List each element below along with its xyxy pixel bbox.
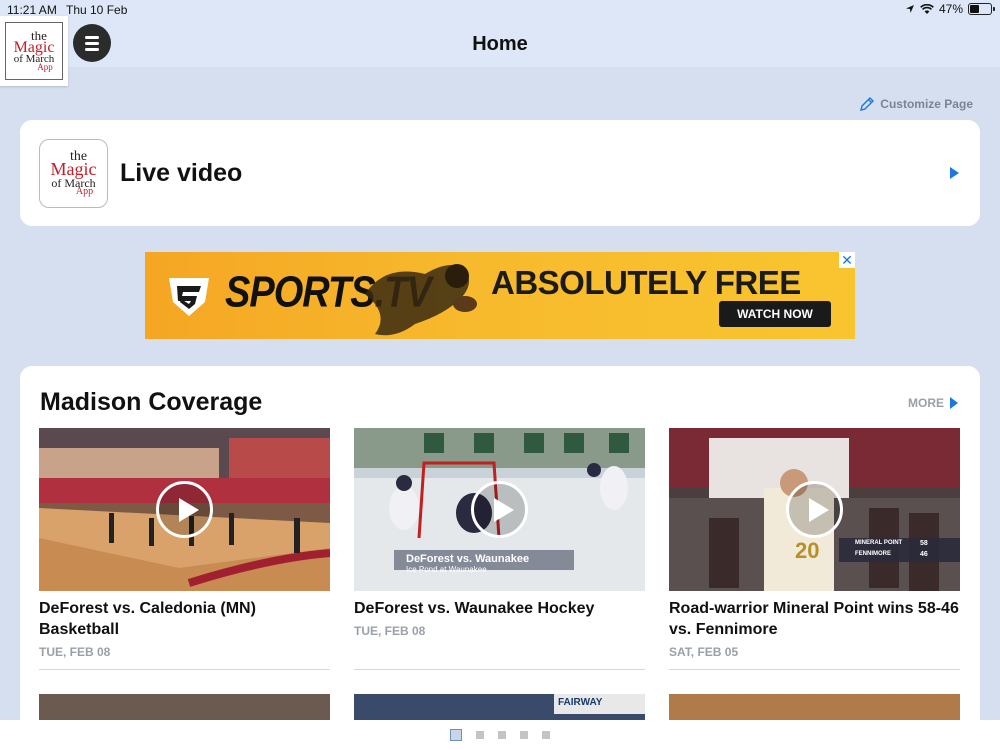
section-title: Madison Coverage	[40, 388, 263, 416]
close-ad-icon[interactable]: ✕	[839, 252, 855, 268]
chevron-right-icon	[950, 397, 958, 409]
divider	[669, 669, 960, 670]
video-date: TUE, FEB 08	[354, 624, 426, 638]
battery-icon	[968, 3, 995, 15]
madison-coverage-section: Madison Coverage MORE DeForest vs. Caled…	[20, 366, 980, 750]
score-1: 58	[920, 540, 928, 547]
score-2: 46	[920, 551, 928, 558]
more-label: MORE	[908, 396, 944, 410]
athlete-icon	[365, 264, 477, 336]
nav-bar: Home	[0, 20, 1000, 67]
page-dot[interactable]	[498, 731, 506, 739]
video-title[interactable]: DeForest vs. Caledonia (MN) Basketball	[39, 598, 330, 640]
watch-now-button[interactable]: WATCH NOW	[719, 301, 831, 327]
ad-headline: ABSOLUTELY FREE	[491, 264, 801, 301]
customize-page-button[interactable]: Customize Page	[859, 96, 973, 112]
video-thumbnail[interactable]: DeForest vs. Waunakee Ice Pond at Waunak…	[354, 428, 645, 591]
ad-banner[interactable]: SPORTS.TV ABSOLUTELY FREE WATCH NOW ✕	[145, 252, 855, 339]
play-icon[interactable]	[786, 481, 843, 538]
jersey-number: 20	[795, 538, 820, 563]
play-icon[interactable]	[156, 481, 213, 538]
video-overlay-subtitle: Ice Pond at Waunakee	[406, 565, 487, 574]
page-dot[interactable]	[520, 731, 528, 739]
page-dot[interactable]	[476, 731, 484, 739]
app-logo[interactable]: the Magic of March App	[0, 16, 68, 86]
play-icon[interactable]	[471, 481, 528, 538]
video-date: TUE, FEB 08	[39, 645, 111, 659]
customize-label: Customize Page	[880, 97, 973, 111]
page-dot[interactable]	[450, 729, 462, 741]
divider	[39, 669, 330, 670]
video-item[interactable]: MINERAL POINT 58 FENNIMORE 46 20 Road-wa…	[669, 428, 960, 659]
live-video-logo: the Magic of March App	[39, 139, 108, 208]
live-video-card[interactable]: the Magic of March App Live video	[20, 120, 980, 226]
location-icon	[905, 5, 914, 13]
video-item[interactable]: DeForest vs. Waunakee Ice Pond at Waunak…	[354, 428, 645, 638]
battery-percent: 47%	[938, 2, 963, 16]
video-item[interactable]: DeForest vs. Caledonia (MN) Basketball T…	[39, 428, 330, 659]
score-team-2: FENNIMORE	[855, 551, 891, 557]
page-dot[interactable]	[542, 731, 550, 739]
divider	[354, 669, 645, 670]
video-thumbnail[interactable]	[39, 428, 330, 591]
fairway-sign: FAIRWAY	[554, 694, 645, 714]
live-video-title: Live video	[120, 159, 243, 187]
score-team-1: MINERAL POINT	[855, 540, 903, 546]
status-date: Thu 10 Feb	[66, 3, 128, 17]
page-title: Home	[472, 33, 528, 55]
more-link[interactable]: MORE	[908, 396, 958, 410]
page-indicator	[0, 720, 1000, 750]
wifi-icon	[920, 3, 934, 14]
video-thumbnail[interactable]: MINERAL POINT 58 FENNIMORE 46 20	[669, 428, 960, 591]
status-time: 11:21 AM	[7, 3, 57, 17]
magic-of-march-logo: the Magic of March App	[5, 22, 63, 80]
video-overlay-title: DeForest vs. Waunakee	[406, 553, 530, 565]
status-indicators: 47%	[905, 2, 995, 16]
video-title[interactable]: Road-warrior Mineral Point wins 58-46 vs…	[669, 598, 960, 640]
pencil-icon	[860, 97, 875, 111]
chevron-right-icon	[950, 167, 959, 179]
status-bar: 11:21 AM Thu 10 Feb 47%	[0, 0, 1000, 20]
video-date: SAT, FEB 05	[669, 645, 739, 659]
video-title[interactable]: DeForest vs. Waunakee Hockey	[354, 598, 645, 619]
sportstv-logo-icon	[169, 278, 209, 316]
